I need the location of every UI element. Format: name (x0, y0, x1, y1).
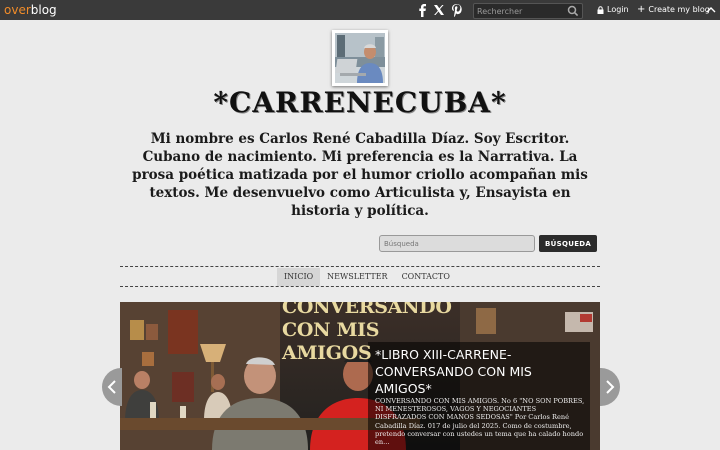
blog-search-input[interactable] (379, 235, 535, 252)
nav-item-contacto[interactable]: CONTACTO (395, 268, 457, 286)
lock-icon (597, 6, 604, 14)
slide-excerpt: CONVERSANDO CON MIS AMIGOS. No 6 "NO SON… (375, 397, 585, 447)
blog-search-button[interactable]: BÚSQUEDA (539, 235, 597, 252)
pinterest-icon[interactable] (450, 2, 462, 18)
slider-prev-button[interactable] (102, 368, 122, 406)
global-search-input[interactable] (477, 4, 565, 18)
author-avatar (332, 30, 388, 86)
top-bar: overblog Login + Create my blog (0, 0, 720, 20)
nav-item-newsletter[interactable]: NEWSLETTER (320, 268, 394, 286)
chevron-left-icon (107, 380, 116, 394)
blog-description: Mi nombre es Carlos René Cabadilla Díaz.… (132, 131, 588, 219)
author-photo (335, 33, 385, 83)
facebook-icon[interactable] (416, 2, 428, 18)
logo-over-text: over (4, 3, 31, 17)
x-icon[interactable] (433, 2, 445, 18)
create-blog-label: Create my blog (648, 5, 710, 14)
plus-icon: + (637, 4, 646, 15)
search-icon[interactable] (567, 5, 579, 17)
nav-divider-top (120, 266, 600, 267)
overblog-logo[interactable]: overblog (4, 2, 57, 18)
main-nav: INICIO NEWSLETTER CONTACTO (277, 268, 457, 286)
slide-title[interactable]: *LIBRO XIII-CARRENE-CONVERSANDO CON MIS … (375, 346, 575, 397)
login-button[interactable]: Login (597, 3, 629, 17)
slider-next-button[interactable] (600, 368, 620, 406)
logo-blog-text: blog (30, 3, 57, 17)
chevron-right-icon (606, 380, 615, 394)
create-blog-button[interactable]: + Create my blog (637, 3, 710, 17)
nav-divider-bottom (120, 286, 600, 287)
blog-title[interactable]: *CARRENECUBA* (0, 86, 720, 119)
chevron-up-icon[interactable] (705, 4, 717, 16)
image-headline-line1: CONVERSANDO (282, 302, 452, 318)
global-search-box (473, 3, 583, 19)
nav-item-inicio[interactable]: INICIO (277, 268, 321, 286)
login-label: Login (607, 5, 629, 14)
